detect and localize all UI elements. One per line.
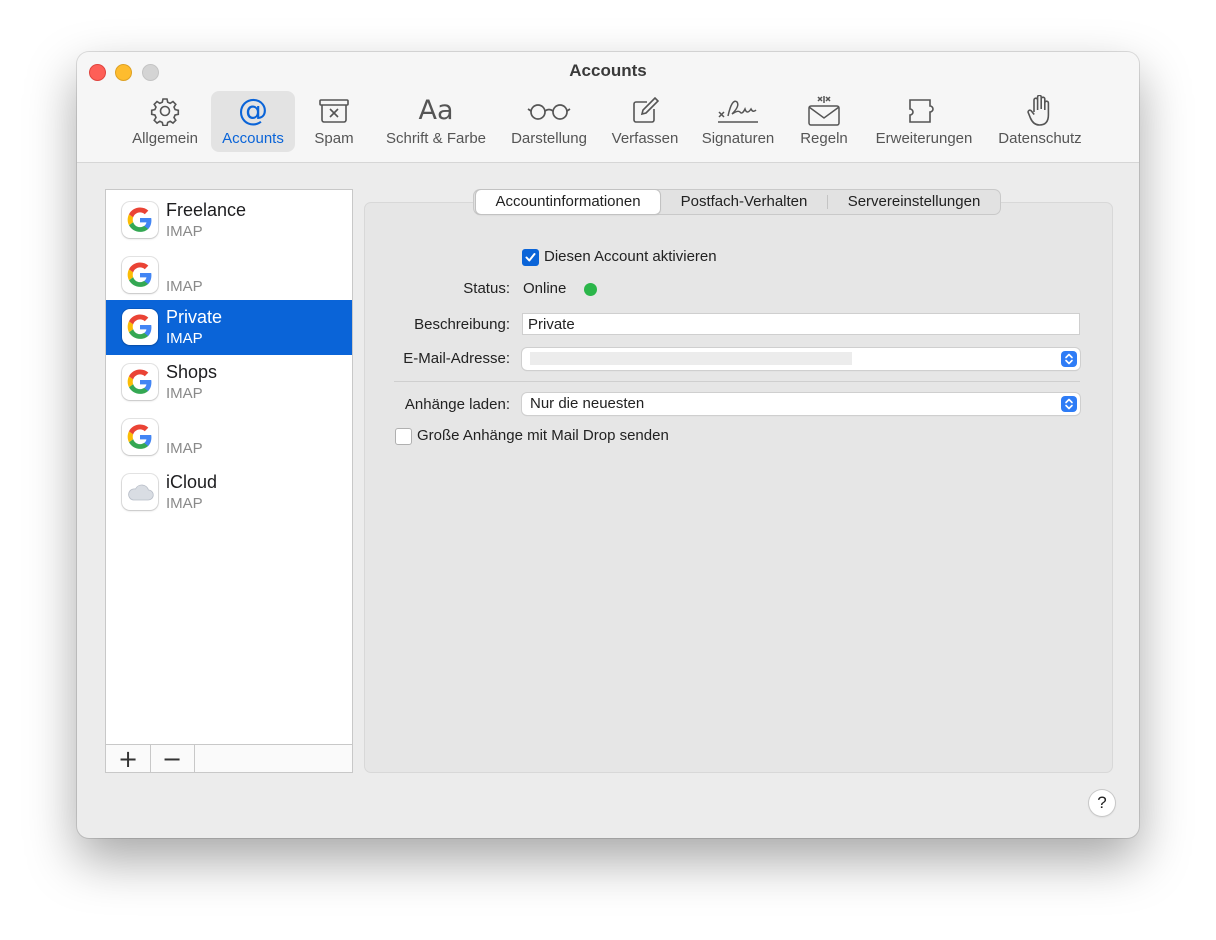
attachments-popup[interactable]: Nur die neuesten	[522, 393, 1080, 415]
account-type: IMAP	[166, 385, 203, 402]
puzzle-extension-icon	[907, 94, 941, 128]
toolbar-item-regeln[interactable]: Regeln	[793, 91, 855, 152]
accounts-list: Freelance IMAP IMAP Private IMAP Shops I…	[105, 189, 353, 773]
google-icon	[122, 309, 158, 345]
account-name: iCloud	[166, 472, 218, 492]
remove-account-button[interactable]: −	[150, 745, 195, 773]
toolbar-item-schrift-farbe[interactable]: Aa Schrift & Farbe	[377, 91, 495, 152]
tab-separator	[827, 195, 828, 209]
tab-accountinformationen[interactable]: Accountinformationen	[476, 190, 660, 214]
toolbar-label: Accounts	[222, 130, 284, 147]
redacted-email-value	[530, 352, 852, 365]
toolbar-item-accounts[interactable]: @ Accounts	[211, 91, 295, 152]
toolbar-item-erweiterungen[interactable]: Erweiterungen	[867, 91, 981, 152]
status-online-indicator	[584, 283, 597, 296]
toolbar-label: Spam	[314, 130, 354, 147]
account-row-icloud[interactable]: iCloud IMAP	[106, 465, 352, 520]
status-value: Online	[523, 280, 567, 297]
toolbar-item-spam[interactable]: Spam	[303, 91, 365, 152]
toolbar-label: Schrift & Farbe	[385, 130, 487, 147]
account-row-freelance[interactable]: Freelance IMAP	[106, 193, 352, 248]
enable-account-checkbox[interactable]	[522, 249, 539, 266]
signature-icon	[716, 94, 760, 128]
glasses-icon	[527, 94, 571, 128]
toolbar-label: Erweiterungen	[875, 130, 973, 147]
tab-postfach-verhalten[interactable]: Postfach-Verhalten	[662, 190, 826, 214]
junk-tray-icon	[318, 94, 350, 128]
compose-icon	[631, 94, 659, 128]
attachments-label: Anhänge laden:	[404, 396, 510, 413]
toolbar-label: Darstellung	[511, 130, 587, 147]
chevron-updown-icon	[1061, 351, 1077, 367]
font-aa-icon: Aa	[418, 95, 454, 126]
enable-account-label: Diesen Account aktivieren	[544, 248, 717, 265]
account-type: IMAP	[166, 278, 203, 295]
status-label: Status:	[463, 280, 510, 297]
toolbar-label: Datenschutz	[998, 130, 1082, 147]
account-type: IMAP	[166, 440, 203, 457]
segmented-tabs: Accountinformationen Postfach-Verhalten …	[474, 190, 1000, 214]
toolbar-item-allgemein[interactable]: Allgemein	[125, 91, 205, 152]
attachments-value: Nur die neuesten	[530, 395, 645, 412]
toolbar-item-datenschutz[interactable]: Datenschutz	[991, 91, 1089, 152]
titlebar: Accounts Allgemein @ Accounts Spam Aa Sc…	[77, 52, 1139, 163]
form-divider	[394, 381, 1080, 382]
toolbar-label: Signaturen	[701, 130, 775, 147]
toolbar-item-verfassen[interactable]: Verfassen	[605, 91, 685, 152]
help-button[interactable]: ?	[1089, 790, 1115, 816]
description-field[interactable]: Private	[522, 313, 1080, 335]
hand-privacy-icon	[1027, 94, 1053, 128]
window-title: Accounts	[569, 61, 647, 80]
sidebar-toolbar: + −	[106, 744, 352, 773]
email-label: E-Mail-Adresse:	[403, 350, 510, 367]
google-icon	[122, 419, 158, 455]
email-address-popup[interactable]	[522, 348, 1080, 370]
account-type: IMAP	[166, 223, 203, 240]
icloud-icon	[122, 474, 158, 510]
google-icon	[122, 257, 158, 293]
account-type: IMAP	[166, 330, 203, 347]
toolbar-item-signaturen[interactable]: Signaturen	[695, 91, 781, 152]
toolbar-item-darstellung[interactable]: Darstellung	[505, 91, 593, 152]
preferences-window: Accounts Allgemein @ Accounts Spam Aa Sc…	[77, 52, 1139, 838]
description-label: Beschreibung:	[414, 316, 510, 333]
toolbar-label: Allgemein	[132, 130, 198, 147]
rules-envelope-icon	[806, 94, 842, 128]
add-account-button[interactable]: +	[106, 745, 151, 773]
maildrop-label: Große Anhänge mit Mail Drop senden	[417, 427, 669, 444]
at-sign-icon: @	[238, 93, 268, 128]
gear-icon	[150, 94, 180, 128]
tab-servereinstellungen[interactable]: Servereinstellungen	[830, 190, 998, 214]
toolbar-label: Regeln	[800, 130, 848, 147]
account-name: Freelance	[166, 200, 247, 220]
chevron-updown-icon	[1061, 396, 1077, 412]
maildrop-checkbox[interactable]	[395, 428, 412, 445]
account-type: IMAP	[166, 495, 203, 512]
account-row-unnamed-2[interactable]: IMAP	[106, 410, 352, 465]
google-icon	[122, 364, 158, 400]
toolbar-label: Verfassen	[611, 130, 679, 147]
checkmark-icon	[525, 253, 536, 262]
google-icon	[122, 202, 158, 238]
